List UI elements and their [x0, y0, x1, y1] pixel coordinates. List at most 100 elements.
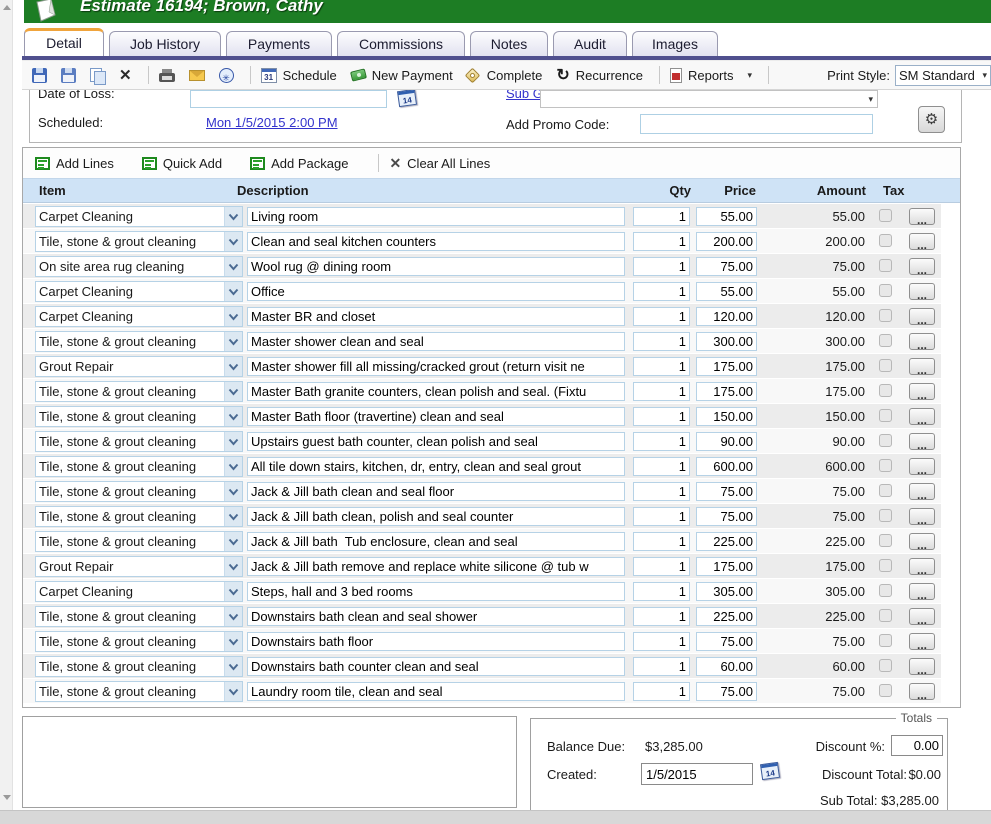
tax-checkbox[interactable]: [879, 359, 892, 372]
price-input[interactable]: [696, 432, 757, 451]
tax-checkbox[interactable]: [879, 209, 892, 222]
price-input[interactable]: [696, 307, 757, 326]
item-select[interactable]: Tile, stone & grout cleaning: [35, 456, 243, 477]
chevron-down-icon[interactable]: [224, 257, 242, 276]
description-input[interactable]: [247, 207, 625, 226]
qty-input[interactable]: [633, 332, 690, 351]
chevron-down-icon[interactable]: [224, 532, 242, 551]
sub-group-select[interactable]: ▾: [540, 90, 878, 108]
price-input[interactable]: [696, 332, 757, 351]
line-options-button[interactable]: ...: [909, 508, 935, 525]
line-options-button[interactable]: ...: [909, 658, 935, 675]
chevron-down-icon[interactable]: [224, 432, 242, 451]
line-options-button[interactable]: ...: [909, 683, 935, 700]
line-options-button[interactable]: ...: [909, 308, 935, 325]
save-button[interactable]: [32, 68, 47, 83]
chevron-down-icon[interactable]: [224, 507, 242, 526]
line-options-button[interactable]: ...: [909, 633, 935, 650]
item-select[interactable]: Tile, stone & grout cleaning: [35, 606, 243, 627]
price-input[interactable]: [696, 582, 757, 601]
qty-input[interactable]: [633, 682, 690, 701]
price-input[interactable]: [696, 407, 757, 426]
item-select[interactable]: Tile, stone & grout cleaning: [35, 481, 243, 502]
item-select[interactable]: Grout Repair: [35, 356, 243, 377]
description-input[interactable]: [247, 407, 625, 426]
price-input[interactable]: [696, 482, 757, 501]
price-input[interactable]: [696, 357, 757, 376]
qty-input[interactable]: [633, 307, 690, 326]
price-input[interactable]: [696, 457, 757, 476]
line-options-button[interactable]: ...: [909, 333, 935, 350]
qty-input[interactable]: [633, 282, 690, 301]
line-options-button[interactable]: ...: [909, 533, 935, 550]
description-input[interactable]: [247, 232, 625, 251]
tab-payments[interactable]: Payments: [226, 31, 332, 56]
settings-gear-button[interactable]: ⚙: [918, 106, 945, 133]
tax-checkbox[interactable]: [879, 309, 892, 322]
tax-checkbox[interactable]: [879, 284, 892, 297]
tax-checkbox[interactable]: [879, 534, 892, 547]
calendar-picker-icon[interactable]: 14: [397, 90, 417, 107]
promo-code-input[interactable]: [640, 114, 873, 134]
description-input[interactable]: [247, 357, 625, 376]
print-button[interactable]: [159, 69, 175, 82]
qty-input[interactable]: [633, 432, 690, 451]
tax-checkbox[interactable]: [879, 409, 892, 422]
item-select[interactable]: Tile, stone & grout cleaning: [35, 631, 243, 652]
item-select[interactable]: Tile, stone & grout cleaning: [35, 531, 243, 552]
quick-add-button[interactable]: Quick Add: [142, 156, 222, 171]
chevron-down-icon[interactable]: [224, 482, 242, 501]
scrollbar-up-arrow[interactable]: [3, 5, 11, 10]
item-select[interactable]: Grout Repair: [35, 556, 243, 577]
price-input[interactable]: [696, 207, 757, 226]
description-input[interactable]: [247, 257, 625, 276]
item-select[interactable]: Carpet Cleaning: [35, 306, 243, 327]
item-select[interactable]: Tile, stone & grout cleaning: [35, 331, 243, 352]
copy-button[interactable]: [90, 68, 105, 83]
price-input[interactable]: [696, 557, 757, 576]
qty-input[interactable]: [633, 607, 690, 626]
qty-input[interactable]: [633, 582, 690, 601]
tab-images[interactable]: Images: [632, 31, 718, 56]
notes-area[interactable]: [22, 716, 517, 808]
price-input[interactable]: [696, 632, 757, 651]
tax-checkbox[interactable]: [879, 334, 892, 347]
tax-checkbox[interactable]: [879, 459, 892, 472]
description-input[interactable]: [247, 432, 625, 451]
new-payment-button[interactable]: New Payment: [351, 68, 453, 83]
reports-button[interactable]: Reports: [670, 68, 734, 83]
item-select[interactable]: Tile, stone & grout cleaning: [35, 406, 243, 427]
qty-input[interactable]: [633, 557, 690, 576]
tax-checkbox[interactable]: [879, 634, 892, 647]
created-date-input[interactable]: [641, 763, 753, 785]
description-input[interactable]: [247, 582, 625, 601]
tax-checkbox[interactable]: [879, 259, 892, 272]
clear-all-lines-button[interactable]: Clear All Lines: [389, 155, 490, 172]
chevron-down-icon[interactable]: [224, 632, 242, 651]
chevron-down-icon[interactable]: [224, 557, 242, 576]
description-input[interactable]: [247, 307, 625, 326]
tab-audit[interactable]: Audit: [553, 31, 627, 56]
add-lines-button[interactable]: Add Lines: [35, 156, 114, 171]
chevron-down-icon[interactable]: [224, 607, 242, 626]
complete-button[interactable]: Complete: [467, 68, 543, 83]
price-input[interactable]: [696, 257, 757, 276]
price-input[interactable]: [696, 532, 757, 551]
item-select[interactable]: On site area rug cleaning: [35, 256, 243, 277]
schedule-button[interactable]: 31 Schedule: [261, 68, 337, 83]
tax-checkbox[interactable]: [879, 584, 892, 597]
chevron-down-icon[interactable]: [224, 357, 242, 376]
tax-checkbox[interactable]: [879, 484, 892, 497]
tax-checkbox[interactable]: [879, 684, 892, 697]
qty-input[interactable]: [633, 407, 690, 426]
qty-input[interactable]: [633, 382, 690, 401]
chevron-down-icon[interactable]: [224, 382, 242, 401]
price-input[interactable]: [696, 282, 757, 301]
item-select[interactable]: Tile, stone & grout cleaning: [35, 431, 243, 452]
price-input[interactable]: [696, 382, 757, 401]
qty-input[interactable]: [633, 632, 690, 651]
description-input[interactable]: [247, 607, 625, 626]
description-input[interactable]: [247, 532, 625, 551]
chevron-down-icon[interactable]: [224, 682, 242, 701]
left-scrollbar[interactable]: [0, 0, 13, 810]
